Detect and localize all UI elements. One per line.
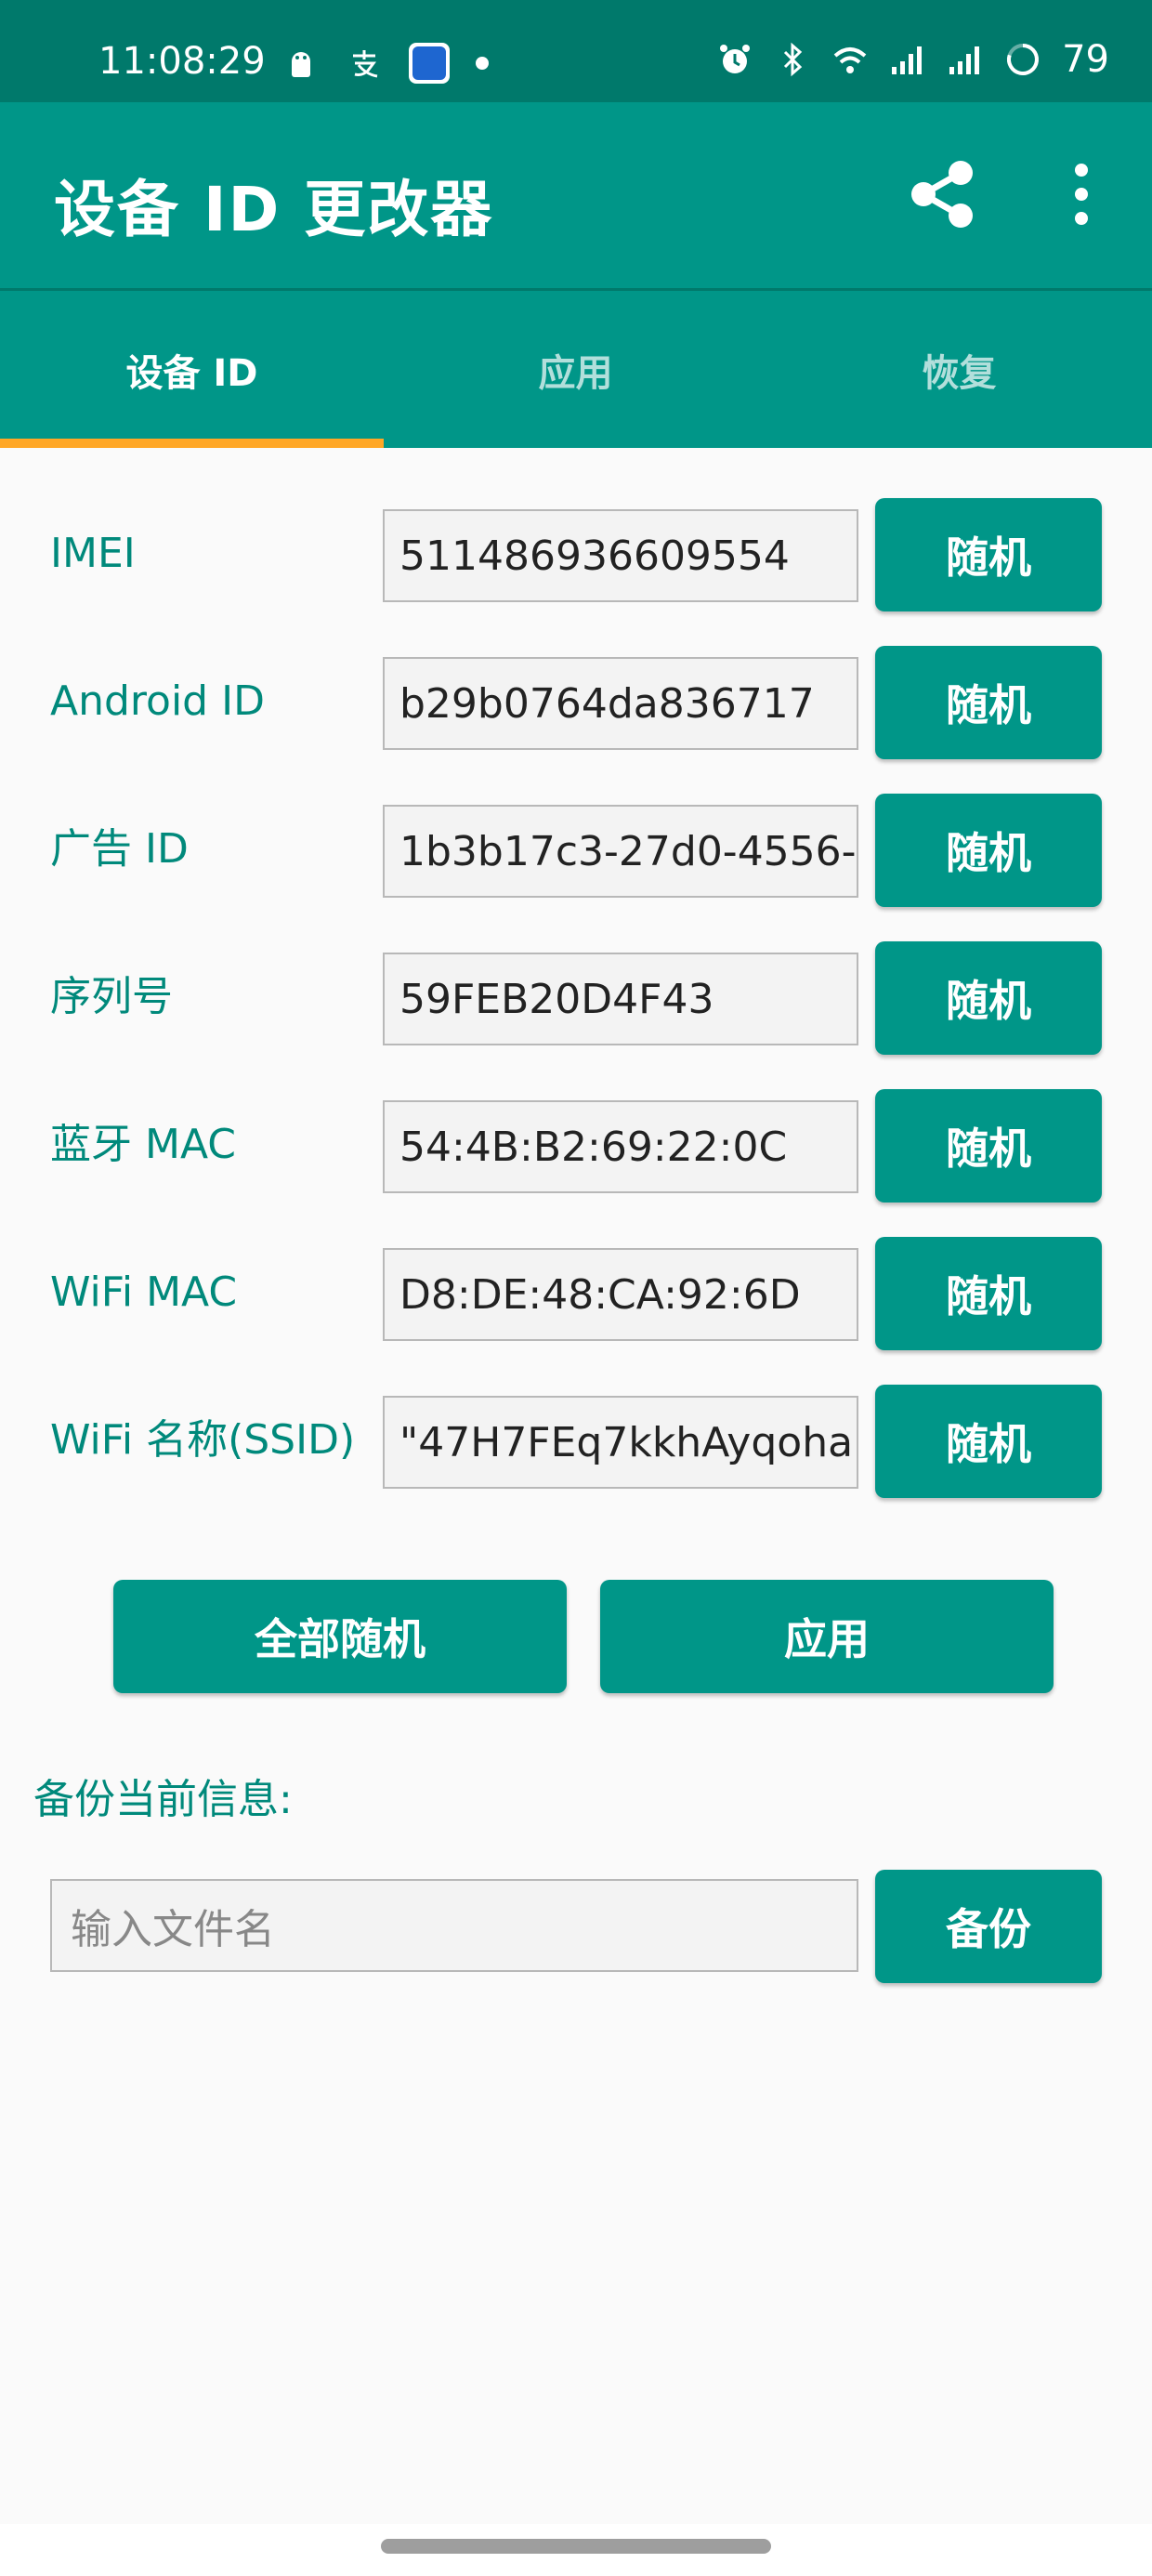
row-android-id: Android ID b29b0764da836717 随机 [0,644,1152,759]
imei-input[interactable]: 511486936609554 [383,509,858,602]
random-bluetooth-mac-button[interactable]: 随机 [875,1089,1102,1203]
ad-id-input[interactable]: 1b3b17c3-27d0-4556- [383,805,858,898]
random-ad-id-button[interactable]: 随机 [875,794,1102,907]
status-notification-icons [282,43,489,84]
more-dot-icon [1075,212,1088,225]
alarm-icon [716,41,753,78]
android-icon [282,45,320,82]
battery-level: 79 [1062,38,1109,81]
home-indicator[interactable] [381,2539,771,2554]
randomize-all-button[interactable]: 全部随机 [113,1580,567,1693]
tab-bar: 设备 ID 应用 恢复 [0,288,1152,448]
app-bar: 设备 ID 更改器 [0,102,1152,288]
app-title: 设备 ID 更改器 [54,174,494,245]
row-label: IMEI [50,530,136,577]
more-notifications-dot [476,57,489,70]
row-wifi-ssid: WiFi 名称(SSID) "47H7FEq7kkhAyqoha 随机 [0,1383,1152,1498]
row-serial: 序列号 59FEB20D4F43 随机 [0,940,1152,1055]
backup-filename-input[interactable]: 输入文件名 [50,1879,858,1972]
status-bar: 11:08:29 79 [0,0,1152,102]
wifi-ssid-input[interactable]: "47H7FEq7kkhAyqoha [383,1396,858,1489]
wifi-mac-input[interactable]: D8:DE:48:CA:92:6D [383,1248,858,1341]
row-wifi-mac: WiFi MAC D8:DE:48:CA:92:6D 随机 [0,1235,1152,1350]
tab-restore[interactable]: 恢复 [767,291,1151,448]
row-ad-id: 广告 ID 1b3b17c3-27d0-4556- 随机 [0,792,1152,907]
tab-apps[interactable]: 应用 [384,291,767,448]
status-time: 11:08:29 [98,40,266,83]
random-wifi-mac-button[interactable]: 随机 [875,1237,1102,1350]
signal-icon-1 [889,41,926,78]
random-android-id-button[interactable]: 随机 [875,646,1102,759]
share-icon [911,161,973,228]
random-wifi-ssid-button[interactable]: 随机 [875,1385,1102,1498]
more-dot-icon [1075,164,1088,177]
apply-button[interactable]: 应用 [600,1580,1054,1693]
battery-ring-icon [1004,41,1041,78]
share-button[interactable] [903,154,983,234]
android-id-input[interactable]: b29b0764da836717 [383,657,858,750]
more-options-button[interactable] [1055,164,1107,225]
row-label: 蓝牙 MAC [50,1121,236,1168]
serial-input[interactable]: 59FEB20D4F43 [383,953,858,1045]
row-label: Android ID [50,677,265,725]
bluetooth-mac-input[interactable]: 54:4B:B2:69:22:0C [383,1100,858,1193]
row-bluetooth-mac: 蓝牙 MAC 54:4B:B2:69:22:0C 随机 [0,1087,1152,1203]
tab-indicator [0,439,384,448]
more-dot-icon [1075,188,1088,201]
app-notification-icon [409,43,450,84]
row-imei: IMEI 511486936609554 随机 [0,496,1152,611]
row-label: 序列号 [50,973,173,1020]
bluetooth-icon [774,41,811,78]
backup-button[interactable]: 备份 [875,1870,1102,1983]
wifi-icon [831,41,869,78]
backup-label: 备份当前信息: [33,1776,293,1823]
random-serial-button[interactable]: 随机 [875,941,1102,1055]
alipay-icon [346,45,383,82]
row-label: WiFi MAC [50,1268,238,1316]
signal-icon-2 [947,41,984,78]
status-system-icons: 79 [716,41,1109,78]
row-label: 广告 ID [50,825,189,873]
random-imei-button[interactable]: 随机 [875,498,1102,611]
row-label: WiFi 名称(SSID) [50,1416,356,1464]
tab-device-id[interactable]: 设备 ID [0,291,384,448]
